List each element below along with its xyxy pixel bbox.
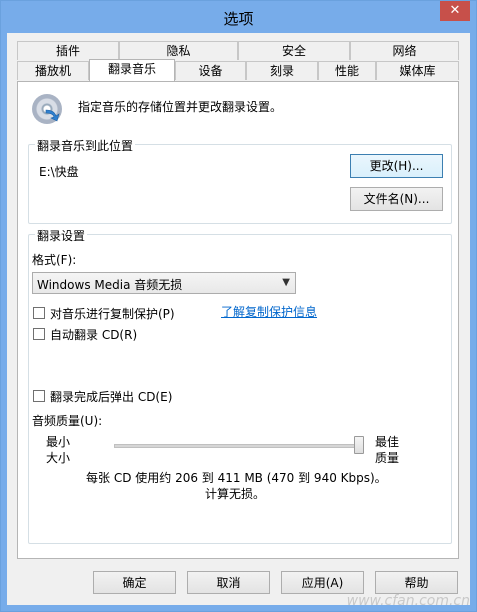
tab-library[interactable]: 媒体库 [376, 61, 459, 80]
format-select-value: Windows Media 音频无损 [37, 278, 183, 292]
min-size-label-line1: 最小 [46, 435, 71, 449]
window-title: 选项 [223, 10, 254, 28]
tab-privacy[interactable]: 隐私 [119, 41, 238, 60]
tab-network[interactable]: 网络 [350, 41, 459, 60]
change-location-button[interactable]: 更改(H)... [350, 154, 443, 178]
chevron-down-icon: ▼ [282, 277, 290, 288]
quality-info-line2: 计算无损。 [205, 487, 266, 501]
tab-security[interactable]: 安全 [238, 41, 350, 60]
tab-row-2: 播放机 翻录音乐 设备 刻录 性能 媒体库 [17, 59, 459, 81]
dialog-client: 插件 隐私 安全 网络 播放机 翻录音乐 设备 刻录 性能 媒体库 指定音乐的存… [7, 33, 470, 605]
audio-quality-label: 音频质量(U): [32, 414, 103, 428]
tab-burn[interactable]: 刻录 [246, 61, 318, 80]
tab-devices[interactable]: 设备 [175, 61, 246, 80]
tab-row-1: 插件 隐私 安全 网络 [17, 41, 459, 61]
auto-rip-label: 自动翻录 CD(R) [50, 328, 138, 342]
min-size-label-line2: 大小 [46, 451, 71, 465]
apply-button[interactable]: 应用(A) [281, 571, 364, 594]
title-bar[interactable]: 选项 ✕ [1, 1, 476, 33]
tab-player[interactable]: 播放机 [17, 61, 89, 80]
rip-arrow-icon [45, 109, 60, 122]
quality-info-line1: 每张 CD 使用约 206 到 411 MB (470 到 940 Kbps)。 [86, 471, 387, 485]
copy-protect-info-link[interactable]: 了解复制保护信息 [221, 303, 317, 320]
copy-protect-label: 对音乐进行复制保护(P) [50, 307, 175, 321]
tab-performance[interactable]: 性能 [318, 61, 376, 80]
rip-location-path: E:\快盘 [39, 165, 79, 179]
best-quality-label-line1: 最佳 [375, 435, 400, 449]
close-button[interactable]: ✕ [440, 1, 470, 21]
filename-button[interactable]: 文件名(N)... [350, 187, 443, 211]
tab-plugins[interactable]: 插件 [17, 41, 119, 60]
rip-music-page: 指定音乐的存储位置并更改翻录设置。 翻录音乐到此位置 E:\快盘 更改(H)..… [17, 81, 459, 559]
rip-settings-label: 翻录设置 [35, 227, 88, 244]
watermark: www.cfan.com.cn [346, 593, 470, 609]
help-button[interactable]: 帮助 [375, 571, 458, 594]
eject-label: 翻录完成后弹出 CD(E) [50, 390, 173, 404]
best-quality-label-line2: 质量 [375, 451, 400, 465]
quality-slider-thumb[interactable] [354, 436, 364, 454]
page-description: 指定音乐的存储位置并更改翻录设置。 [78, 100, 283, 114]
auto-rip-checkbox[interactable] [33, 328, 45, 340]
ok-button[interactable]: 确定 [93, 571, 176, 594]
rip-location-label: 翻录音乐到此位置 [35, 137, 136, 154]
format-select[interactable]: Windows Media 音频无损 ▼ [32, 272, 296, 294]
rip-settings-group: 翻录设置 格式(F): Windows Media 音频无损 ▼ 对音乐进行复制… [28, 227, 452, 544]
quality-slider-track[interactable] [114, 444, 364, 448]
copy-protect-checkbox[interactable] [33, 307, 45, 319]
tab-rip-music[interactable]: 翻录音乐 [89, 59, 175, 81]
format-label: 格式(F): [32, 253, 77, 267]
options-dialog: 选项 ✕ 插件 隐私 安全 网络 播放机 翻录音乐 设备 刻录 性能 媒体库 指… [0, 0, 477, 612]
rip-location-group: 翻录音乐到此位置 E:\快盘 更改(H)... 文件名(N)... [28, 137, 452, 224]
eject-checkbox[interactable] [33, 390, 45, 402]
cancel-button[interactable]: 取消 [187, 571, 270, 594]
